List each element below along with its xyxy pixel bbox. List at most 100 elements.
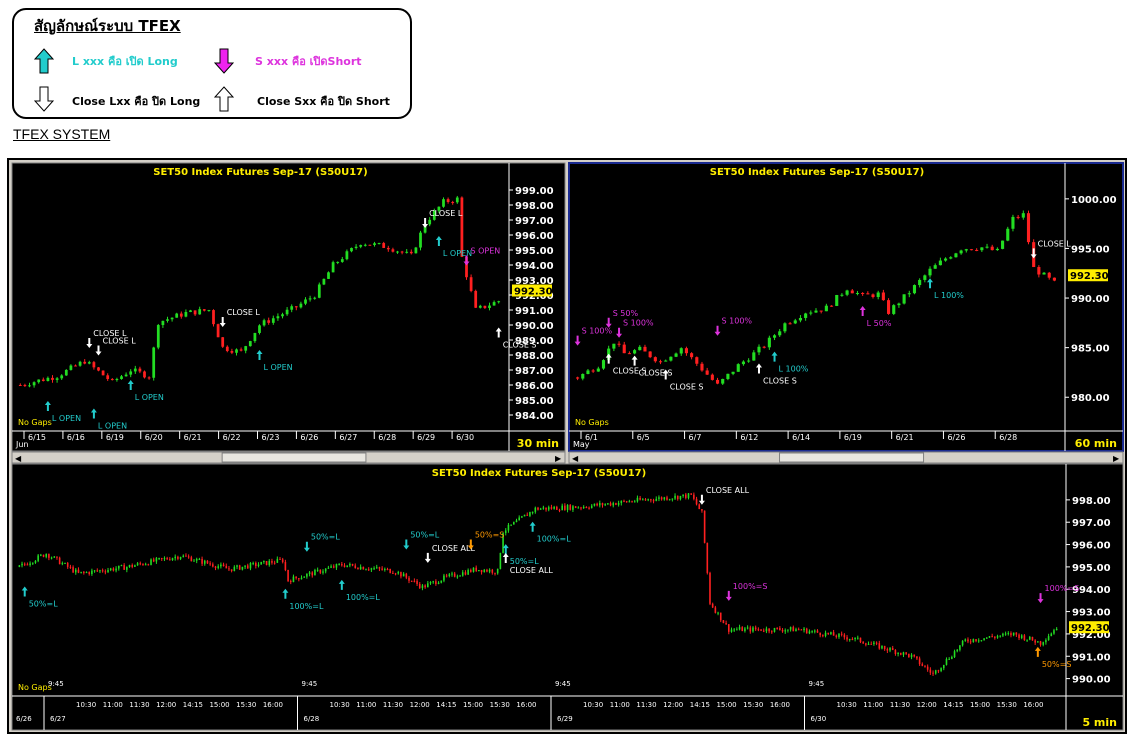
time-label-open: 9:45 bbox=[809, 680, 825, 688]
candle-body bbox=[359, 245, 363, 247]
candle-body bbox=[991, 636, 993, 638]
candle-body bbox=[258, 325, 261, 333]
candle-body bbox=[983, 638, 985, 641]
y-tick-label: 993.00 bbox=[1072, 608, 1111, 619]
candle-body bbox=[150, 559, 152, 565]
time-label-open: 9:45 bbox=[555, 680, 571, 688]
candle-body bbox=[142, 563, 144, 565]
candle-body bbox=[887, 300, 891, 314]
candle-body bbox=[892, 305, 896, 314]
x-tick-label: 15:30 bbox=[236, 701, 256, 709]
candle-body bbox=[824, 305, 828, 312]
y-tick-label: 984.00 bbox=[515, 411, 554, 422]
candle-body bbox=[741, 627, 744, 632]
candle-body bbox=[577, 507, 580, 509]
candle-body bbox=[840, 633, 843, 635]
candle-body bbox=[175, 313, 179, 318]
candle-body bbox=[382, 243, 386, 248]
candle-body bbox=[564, 505, 566, 510]
candle-body bbox=[201, 558, 203, 564]
candle-body bbox=[106, 375, 110, 380]
candle-body bbox=[332, 566, 335, 568]
signal-label: L OPEN bbox=[98, 422, 127, 431]
candle-body bbox=[271, 561, 273, 563]
candle-body bbox=[585, 507, 588, 509]
candle-body bbox=[480, 569, 483, 573]
candle-body bbox=[695, 357, 699, 364]
candle-body bbox=[284, 562, 287, 570]
candle-body bbox=[58, 557, 61, 565]
candle-body bbox=[50, 557, 53, 559]
candle-body bbox=[633, 350, 637, 354]
candle-body bbox=[1016, 216, 1020, 218]
y-tick-label: 986.00 bbox=[515, 381, 554, 392]
signal-label: S OPEN bbox=[471, 247, 501, 256]
candle-body bbox=[954, 253, 958, 258]
x-tick-label: 6/21 bbox=[896, 433, 914, 442]
arrow-down-magenta-icon bbox=[214, 48, 234, 74]
y-tick-label: 998.00 bbox=[1072, 496, 1111, 507]
candle-body bbox=[787, 629, 789, 631]
candle-body bbox=[980, 247, 984, 251]
candle-body bbox=[609, 503, 612, 506]
candle-body bbox=[160, 558, 163, 560]
candle-body bbox=[55, 378, 59, 380]
candle-body bbox=[835, 294, 839, 306]
candle-body bbox=[668, 499, 671, 501]
candle-body bbox=[908, 653, 910, 658]
candle-body bbox=[56, 556, 58, 558]
chart-title: SET50 Index Futures Sep-17 (S50U17) bbox=[432, 468, 646, 479]
candle-body bbox=[228, 568, 230, 570]
candle-body bbox=[975, 639, 977, 642]
candle-body bbox=[731, 371, 735, 374]
candle-body bbox=[617, 343, 621, 345]
candle-body bbox=[975, 249, 979, 251]
candle-body bbox=[830, 632, 832, 635]
candle-body bbox=[666, 497, 668, 500]
candle-body bbox=[354, 246, 358, 248]
candle-body bbox=[698, 504, 701, 510]
candle-body bbox=[669, 356, 673, 361]
scrollbar-thumb[interactable] bbox=[221, 452, 367, 463]
candle-body bbox=[448, 574, 451, 577]
candle-body bbox=[1037, 641, 1039, 643]
candle-body bbox=[268, 561, 271, 565]
y-tick-label: 997.00 bbox=[515, 216, 554, 227]
candle-body bbox=[429, 582, 432, 584]
candle-body bbox=[757, 629, 760, 631]
candle-body bbox=[370, 568, 373, 570]
candle-body bbox=[469, 277, 473, 291]
scroll-left-icon: ◀ bbox=[572, 454, 579, 463]
candle-body bbox=[923, 275, 927, 280]
signal-label: L OPEN bbox=[135, 393, 164, 402]
candle-body bbox=[381, 568, 383, 570]
scrollbar-thumb[interactable] bbox=[779, 452, 925, 463]
candle-body bbox=[368, 244, 372, 246]
candle-body bbox=[762, 630, 765, 632]
candle-body bbox=[410, 580, 413, 582]
candle-body bbox=[1047, 636, 1050, 641]
y-tick-label: 995.00 bbox=[1072, 563, 1111, 574]
candle-body bbox=[518, 517, 520, 521]
x-tick-label: 15:00 bbox=[716, 701, 736, 709]
candle-body bbox=[460, 197, 464, 257]
candle-body bbox=[627, 353, 631, 355]
candle-body bbox=[198, 558, 201, 560]
no-gaps-label: No Gaps bbox=[575, 418, 609, 427]
candle-body bbox=[494, 572, 496, 574]
candle-body bbox=[582, 507, 585, 509]
candle-body bbox=[455, 197, 459, 203]
candle-body bbox=[513, 522, 515, 525]
candle-body bbox=[416, 580, 418, 584]
candle-body bbox=[292, 576, 295, 583]
candle-body bbox=[367, 569, 370, 571]
candle-body bbox=[271, 318, 275, 323]
candle-body bbox=[221, 337, 225, 347]
candle-body bbox=[726, 373, 730, 379]
x-tick-label: 6/5 bbox=[637, 433, 650, 442]
candle-body bbox=[260, 561, 263, 565]
candle-body bbox=[749, 627, 752, 632]
candle-body bbox=[101, 570, 104, 572]
candle-body bbox=[851, 639, 854, 641]
candle-body bbox=[711, 603, 714, 608]
